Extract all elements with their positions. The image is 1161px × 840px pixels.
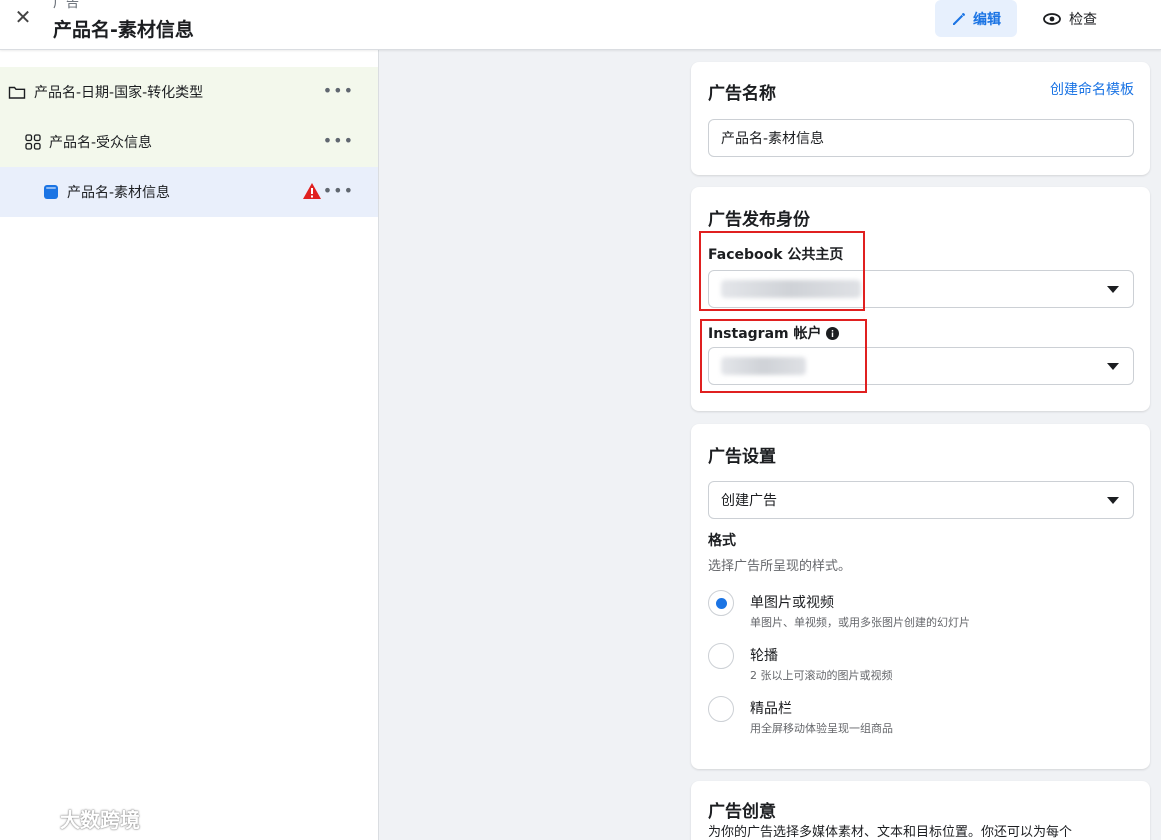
option-title: 单图片或视频	[750, 595, 834, 611]
format-option-carousel[interactable]: 轮播 2 张以上可滚动的图片或视频	[708, 643, 1128, 687]
format-option-single[interactable]: 单图片或视频 单图片、单视频，或用多张图片创建的幻灯片	[708, 590, 1128, 634]
header-kicker: 广告	[53, 0, 80, 11]
more-options-icon[interactable]: •••	[323, 81, 354, 100]
chevron-down-icon	[1107, 286, 1119, 293]
edit-button[interactable]: 编辑	[935, 0, 1017, 37]
more-options-icon[interactable]: •••	[323, 181, 354, 200]
review-button[interactable]: 检查	[1030, 0, 1110, 37]
ad-name-card: 广告名称 创建命名模板 产品名-素材信息	[691, 62, 1150, 175]
ad-setup-value: 创建广告	[721, 493, 777, 509]
format-option-collection[interactable]: 精品栏 用全屏移动体验呈现一组商品	[708, 696, 1128, 740]
identity-card: 广告发布身份 Facebook 公共主页 Instagram 帐户	[691, 187, 1150, 411]
highlight-box-instagram	[700, 319, 867, 393]
option-description: 2 张以上可滚动的图片或视频	[750, 669, 893, 682]
tree-item-label: 产品名-日期-国家-转化类型	[34, 85, 204, 101]
folder-icon	[8, 86, 26, 99]
radio-carousel[interactable]	[708, 643, 734, 669]
tree-item-label: 产品名-素材信息	[67, 185, 171, 201]
ad-name-input[interactable]: 产品名-素材信息	[708, 119, 1134, 157]
review-label: 检查	[1069, 11, 1097, 28]
create-naming-template-link[interactable]: 创建命名模板	[1050, 79, 1134, 99]
campaign-tree-panel: 产品名-日期-国家-转化类型 ••• 产品名-受众信息 ••• 产品名-素材信息…	[0, 50, 379, 840]
watermark: 大数跨境	[8, 804, 140, 833]
grid-icon	[25, 134, 41, 150]
option-description: 用全屏移动体验呈现一组商品	[750, 722, 893, 735]
pencil-icon	[953, 12, 965, 25]
ad-name-title: 广告名称	[708, 84, 776, 104]
radio-single-image-video[interactable]	[708, 590, 734, 616]
ad-creative-title: 广告创意	[708, 802, 776, 822]
radio-collection[interactable]	[708, 696, 734, 722]
more-options-icon[interactable]: •••	[323, 131, 354, 150]
highlight-box-facebook	[699, 231, 865, 311]
ad-settings-title: 广告设置	[708, 447, 776, 467]
tree-item-ad[interactable]: 产品名-素材信息 •••	[0, 167, 378, 217]
close-icon: ✕	[14, 5, 32, 29]
ad-creative-card: 广告创意 为你的广告选择多媒体素材、文本和目标位置。你还可以为每个	[691, 781, 1150, 840]
edit-label: 编辑	[973, 11, 1001, 28]
format-label: 格式	[708, 533, 736, 549]
page-title: 产品名-素材信息	[53, 19, 194, 41]
ad-icon	[44, 185, 58, 199]
option-description: 单图片、单视频，或用多张图片创建的幻灯片	[750, 616, 970, 629]
watermark-logo-icon	[10, 808, 54, 828]
identity-title: 广告发布身份	[708, 210, 810, 230]
ad-setup-select[interactable]: 创建广告	[708, 481, 1134, 519]
eye-icon	[1043, 12, 1061, 25]
option-title: 精品栏	[750, 701, 792, 717]
top-header: ✕ 广告 产品名-素材信息 编辑 检查	[0, 0, 1161, 50]
tree-item-adset[interactable]: 产品名-受众信息 •••	[0, 117, 378, 167]
tree-item-label: 产品名-受众信息	[49, 135, 153, 151]
chevron-down-icon	[1107, 363, 1119, 370]
watermark-text: 大数跨境	[60, 808, 140, 832]
tree-item-campaign[interactable]: 产品名-日期-国家-转化类型 •••	[0, 67, 378, 117]
format-description: 选择广告所呈现的样式。	[708, 559, 852, 574]
warning-icon	[303, 183, 321, 199]
chevron-down-icon	[1107, 497, 1119, 504]
ad-settings-card: 广告设置 创建广告 格式 选择广告所呈现的样式。 单图片或视频 单图片、单视频，…	[691, 424, 1150, 769]
ad-creative-description: 为你的广告选择多媒体素材、文本和目标位置。你还可以为每个	[708, 825, 1073, 840]
option-title: 轮播	[750, 648, 778, 664]
close-button[interactable]: ✕	[12, 6, 34, 28]
